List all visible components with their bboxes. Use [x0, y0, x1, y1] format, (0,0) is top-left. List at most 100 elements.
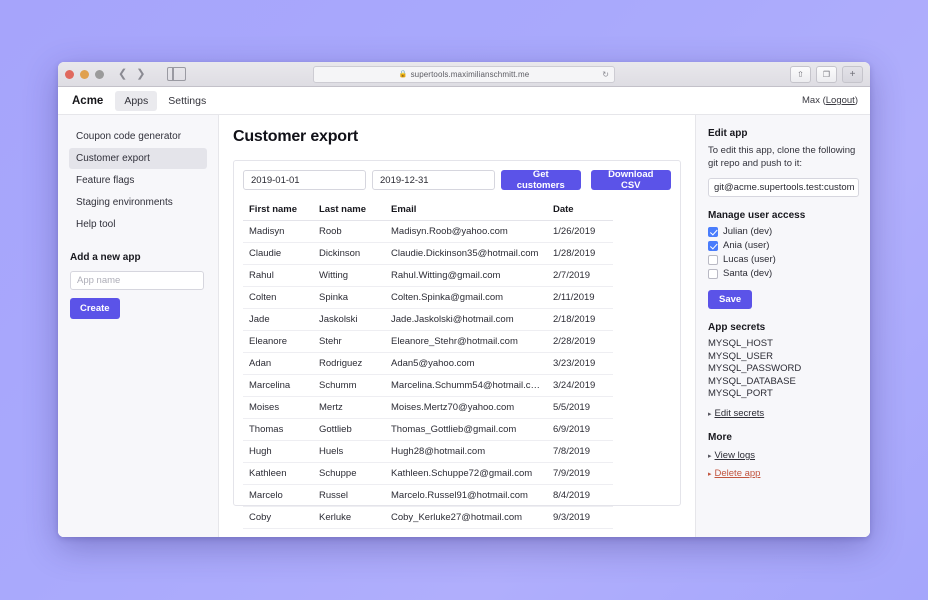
- cell-last-name: Mertz: [313, 396, 385, 419]
- new-tab-icon[interactable]: +: [842, 65, 863, 83]
- cell-email: Marcelina.Schumm54@hotmail.com: [385, 374, 547, 397]
- secret-mysql-host: MYSQL_HOST: [708, 338, 773, 350]
- date-to-input[interactable]: [372, 170, 495, 190]
- cell-first-name: Marcelina: [243, 374, 313, 397]
- cell-date: 2/11/2019: [547, 286, 613, 309]
- lock-icon: 🔒: [398, 71, 408, 78]
- cell-last-name: Huels: [313, 440, 385, 463]
- cell-first-name: Marcelo: [243, 484, 313, 507]
- column-header-first-name: First name: [243, 199, 313, 221]
- app-sidebar: Coupon code generator Customer export Fe…: [58, 115, 219, 537]
- customers-table: First name Last name Email Date Madisyn R…: [243, 199, 613, 529]
- git-repo-input[interactable]: git@acme.supertools.test:custom: [708, 178, 859, 198]
- cell-email: Claudie.Dickinson35@hotmail.com: [385, 242, 547, 265]
- cell-date: 2/18/2019: [547, 308, 613, 331]
- nav-tab-apps[interactable]: Apps: [115, 90, 158, 111]
- tab-overview-icon[interactable]: ❐: [816, 65, 837, 83]
- cell-date: 1/26/2019: [547, 220, 613, 243]
- sidebar-item-feature-flags[interactable]: Feature flags: [69, 170, 207, 191]
- app-name-input[interactable]: [70, 271, 204, 290]
- sidebar-item-help-tool[interactable]: Help tool: [69, 214, 207, 235]
- save-button[interactable]: Save: [708, 290, 753, 310]
- cell-date: 1/28/2019: [547, 242, 613, 265]
- download-csv-button[interactable]: Download CSV: [590, 169, 671, 191]
- back-button[interactable]: ❮: [118, 68, 127, 80]
- reload-icon[interactable]: ↻: [602, 70, 609, 79]
- column-header-email: Email: [385, 199, 547, 221]
- delete-app-link[interactable]: Delete app: [715, 468, 761, 479]
- edit-secrets-link[interactable]: Edit secrets: [715, 408, 765, 419]
- table-row: Madisyn Roob Madisyn.Roob@yahoo.com 1/26/20…: [243, 220, 613, 243]
- table-row: Rahul Witting Rahul.Witting@gmail.com 2/7/2…: [243, 264, 613, 287]
- checkbox-julian[interactable]: [708, 226, 718, 237]
- address-bar[interactable]: 🔒 supertools.maximilianschmitt.me ↻: [313, 65, 615, 83]
- share-icon[interactable]: ⇧: [790, 65, 811, 83]
- cell-date: 7/9/2019: [547, 462, 613, 485]
- checkbox-lucas[interactable]: [708, 254, 718, 265]
- user-access-row-ania[interactable]: Ania (user): [708, 240, 858, 251]
- table-row: Kathleen Schuppe Kathleen.Schuppe72@gmail.…: [243, 462, 613, 485]
- triangle-right-icon: ▸: [708, 452, 712, 460]
- delete-app-row: ▸ Delete app: [708, 468, 858, 479]
- cell-first-name: Thomas: [243, 418, 313, 441]
- cell-email: Kathleen.Schuppe72@gmail.com: [385, 462, 547, 485]
- get-customers-button[interactable]: Get customers: [501, 169, 581, 191]
- cell-date: 2/7/2019: [547, 264, 613, 287]
- triangle-right-icon: ▸: [708, 470, 712, 478]
- browser-titlebar: ❮ ❯ 🔒 supertools.maximilianschmitt.me ↻ …: [58, 62, 870, 87]
- brand-logo[interactable]: Acme: [72, 95, 103, 107]
- cell-last-name: Roob: [313, 220, 385, 243]
- table-row: Coby Kerluke Coby_Kerluke27@hotmail.com 9/3…: [243, 506, 613, 529]
- maximize-window-button[interactable]: [95, 69, 104, 79]
- cell-last-name: Spinka: [313, 286, 385, 309]
- cell-first-name: Eleanore: [243, 330, 313, 353]
- table-header-row: First name Last name Email Date: [243, 199, 613, 221]
- user-access-row-lucas[interactable]: Lucas (user): [708, 254, 858, 265]
- cell-email: Adan5@yahoo.com: [385, 352, 547, 375]
- cell-last-name: Russel: [313, 484, 385, 507]
- add-new-app-heading: Add a new app: [70, 252, 141, 263]
- manage-user-access-heading: Manage user access: [708, 210, 806, 222]
- user-access-label-ania: Ania (user): [723, 240, 770, 252]
- checkbox-ania[interactable]: [708, 240, 718, 251]
- cell-date: 5/5/2019: [547, 396, 613, 419]
- cell-date: 8/4/2019: [547, 484, 613, 507]
- minimize-window-button[interactable]: [80, 69, 89, 79]
- checkbox-santa[interactable]: [708, 268, 718, 279]
- browser-toolbar-right: ⇧ ❐ +: [790, 65, 863, 83]
- close-window-button[interactable]: [65, 69, 74, 79]
- view-logs-row: ▸ View logs: [708, 450, 858, 461]
- user-access-row-julian[interactable]: Julian (dev): [708, 226, 858, 237]
- date-from-input[interactable]: [243, 170, 366, 190]
- user-name: Max: [802, 95, 820, 106]
- app-secrets-heading: App secrets: [708, 322, 766, 334]
- cell-last-name: Gottlieb: [313, 418, 385, 441]
- sidebar-item-coupon-code-generator[interactable]: Coupon code generator: [69, 126, 207, 147]
- user-access-label-santa: Santa (dev): [723, 268, 773, 280]
- sidebar-item-customer-export[interactable]: Customer export: [69, 148, 207, 169]
- export-toolbar: Get customers Download CSV: [243, 169, 671, 191]
- cell-date: 2/28/2019: [547, 330, 613, 353]
- edit-secrets-row: ▸ Edit secrets: [708, 408, 858, 419]
- cell-last-name: Dickinson: [313, 242, 385, 265]
- cell-last-name: Schuppe: [313, 462, 385, 485]
- table-row: Hugh Huels Hugh28@hotmail.com 7/8/2019: [243, 440, 613, 463]
- cell-first-name: Claudie: [243, 242, 313, 265]
- cell-email: Madisyn.Roob@yahoo.com: [385, 220, 547, 243]
- user-access-row-santa[interactable]: Santa (dev): [708, 268, 858, 279]
- cell-email: Rahul.Witting@gmail.com: [385, 264, 547, 287]
- table-body: Madisyn Roob Madisyn.Roob@yahoo.com 1/26/20…: [243, 220, 613, 529]
- secret-mysql-user: MYSQL_USER: [708, 350, 773, 362]
- create-app-button[interactable]: Create: [70, 298, 120, 319]
- edit-app-description: To edit this app, clone the following gi…: [708, 145, 856, 170]
- view-logs-link[interactable]: View logs: [715, 450, 756, 461]
- page-title: Customer export: [233, 128, 359, 145]
- user-access-label-lucas: Lucas (user): [723, 254, 776, 266]
- cell-email: Coby_Kerluke27@hotmail.com: [385, 506, 547, 529]
- cell-first-name: Colten: [243, 286, 313, 309]
- sidebar-toggle-icon[interactable]: [167, 67, 187, 81]
- logout-link[interactable]: Logout: [826, 95, 855, 106]
- sidebar-item-staging-environments[interactable]: Staging environments: [69, 192, 207, 213]
- nav-tab-settings[interactable]: Settings: [159, 91, 215, 111]
- forward-button[interactable]: ❯: [136, 68, 145, 80]
